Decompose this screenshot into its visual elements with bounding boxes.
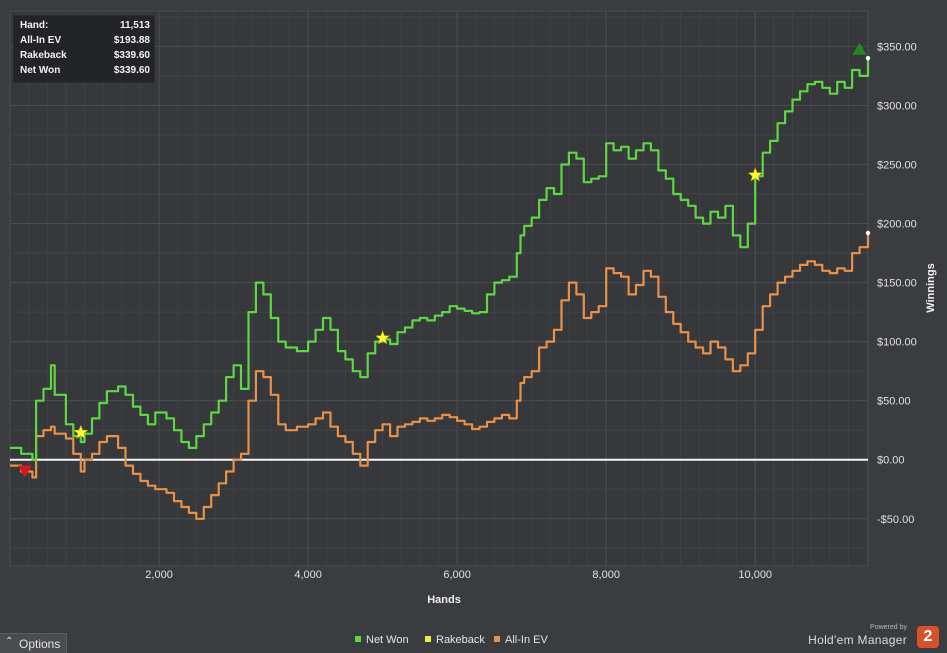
- x-tick-label: 4,000: [294, 569, 322, 581]
- summary-label: Rakeback: [20, 50, 67, 61]
- hm2-logo-icon: 2: [917, 626, 939, 648]
- series-end-point: [865, 56, 871, 61]
- summary-row-allin-ev: All-In EV $193.88: [20, 35, 150, 50]
- legend-item-all-in-ev[interactable]: All-In EV: [494, 634, 548, 646]
- legend-swatch: [494, 636, 500, 642]
- summary-box: Hand: 11,513 All-In EV $193.88 Rakeback …: [13, 15, 155, 83]
- summary-value: $339.60: [113, 65, 150, 76]
- legend-label: All-In EV: [505, 634, 548, 646]
- legend-label: Net Won: [366, 634, 409, 646]
- y-tick-label: $350.00: [877, 41, 917, 53]
- legend-label: Rakeback: [436, 634, 485, 646]
- y-tick-label: -$50.00: [877, 514, 914, 526]
- legend-item-rakeback[interactable]: Rakeback: [425, 634, 485, 646]
- summary-value: $193.88: [113, 35, 150, 46]
- summary-label: All-In EV: [20, 35, 62, 46]
- legend-swatch: [355, 636, 361, 642]
- y-tick-label: $0.00: [877, 455, 905, 467]
- series-end-point: [865, 230, 871, 236]
- y-tick-label: $50.00: [877, 396, 911, 408]
- summary-row-rakeback: Rakeback $339.60: [20, 50, 150, 65]
- x-tick-label: 10,000: [738, 569, 772, 581]
- summary-row-net-won: Net Won $339.60: [20, 65, 150, 80]
- y-tick-label: $150.00: [877, 278, 917, 290]
- powered-by-text: Powered by: [870, 624, 907, 631]
- y-axis-title: Winnings: [925, 263, 937, 312]
- x-tick-label: 2,000: [145, 569, 173, 581]
- brand-name: Hold'em Manager: [808, 633, 907, 647]
- branding: Powered by Hold'em Manager 2: [799, 622, 939, 652]
- y-tick-label: $200.00: [877, 219, 917, 231]
- y-tick-label: $300.00: [877, 100, 917, 112]
- x-tick-label: 8,000: [592, 569, 620, 581]
- x-tick-label: 6,000: [443, 569, 471, 581]
- chevron-up-icon: ⌃: [5, 636, 14, 647]
- y-tick-label: $100.00: [877, 337, 917, 349]
- legend-item-net-won[interactable]: Net Won: [355, 634, 409, 646]
- options-label: Options: [19, 637, 61, 651]
- summary-row-hand: Hand: 11,513: [20, 20, 150, 35]
- options-button[interactable]: ⌃ Options: [0, 633, 67, 653]
- winnings-chart: -$50.00 $0.00 $50.00 $100.00 $150.00 $200.00 $…: [9, 10, 937, 606]
- x-axis-title: Hands: [427, 594, 461, 606]
- legend-swatch: [425, 636, 431, 642]
- y-tick-label: $250.00: [877, 160, 917, 172]
- summary-label: Hand:: [20, 20, 49, 31]
- summary-label: Net Won: [20, 65, 61, 76]
- summary-value: 11,513: [119, 20, 150, 31]
- summary-value: $339.60: [113, 50, 150, 61]
